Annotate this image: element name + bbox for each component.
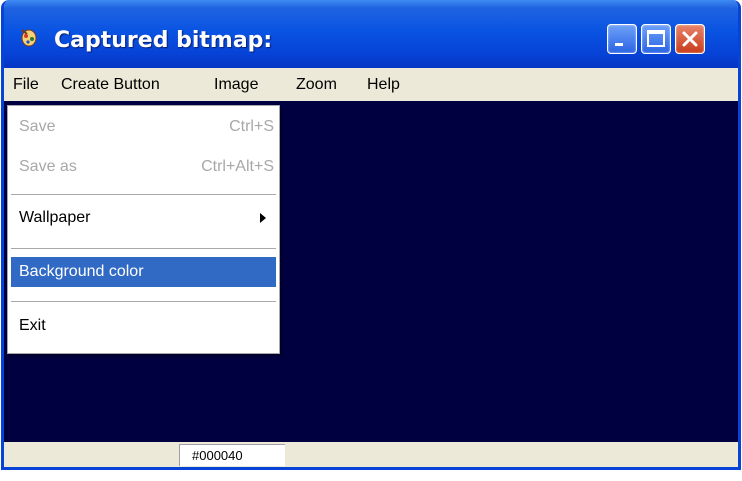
menu-item-exit[interactable]: Exit	[11, 311, 276, 341]
title-bar[interactable]: Captured bitmap:	[4, 0, 738, 68]
menu-help[interactable]: Help	[367, 76, 400, 94]
menu-separator	[11, 248, 276, 250]
color-value-panel: #000040	[179, 444, 285, 466]
maximize-button[interactable]	[641, 24, 671, 54]
window-title: Captured bitmap:	[54, 28, 273, 53]
menu-item-wallpaper[interactable]: Wallpaper	[11, 203, 276, 233]
menu-item-shortcut: Ctrl+Alt+S	[201, 158, 274, 175]
menu-bar: File Create Button Image Zoom Help	[4, 68, 436, 101]
menu-item-label: Exit	[19, 317, 46, 334]
menu-item-label: Background color	[19, 263, 144, 280]
app-icon	[18, 26, 40, 48]
menu-image[interactable]: Image	[214, 76, 258, 94]
menu-separator	[11, 301, 276, 303]
menu-file[interactable]: File	[13, 76, 39, 94]
submenu-arrow-icon	[260, 213, 266, 223]
menu-separator	[11, 194, 276, 196]
minimize-button[interactable]	[607, 24, 637, 54]
status-bar: #000040	[4, 442, 738, 467]
menu-item-label: Save	[19, 118, 56, 135]
menu-item-shortcut: Ctrl+S	[229, 118, 274, 135]
minimize-icon	[615, 43, 623, 46]
menu-create-button[interactable]: Create Button	[61, 76, 160, 94]
close-button[interactable]	[675, 24, 705, 54]
maximize-icon	[647, 30, 665, 47]
file-menu-dropdown: Save Ctrl+S Save as Ctrl+Alt+S Wallpaper…	[7, 105, 280, 354]
menu-item-save[interactable]: Save Ctrl+S	[11, 112, 276, 142]
menu-item-label: Save as	[19, 158, 77, 175]
menu-zoom[interactable]: Zoom	[296, 76, 337, 94]
menu-item-label: Wallpaper	[19, 209, 91, 226]
close-icon	[682, 31, 698, 47]
menu-item-background-color[interactable]: Background color	[11, 257, 276, 287]
menu-item-save-as[interactable]: Save as Ctrl+Alt+S	[11, 152, 276, 182]
